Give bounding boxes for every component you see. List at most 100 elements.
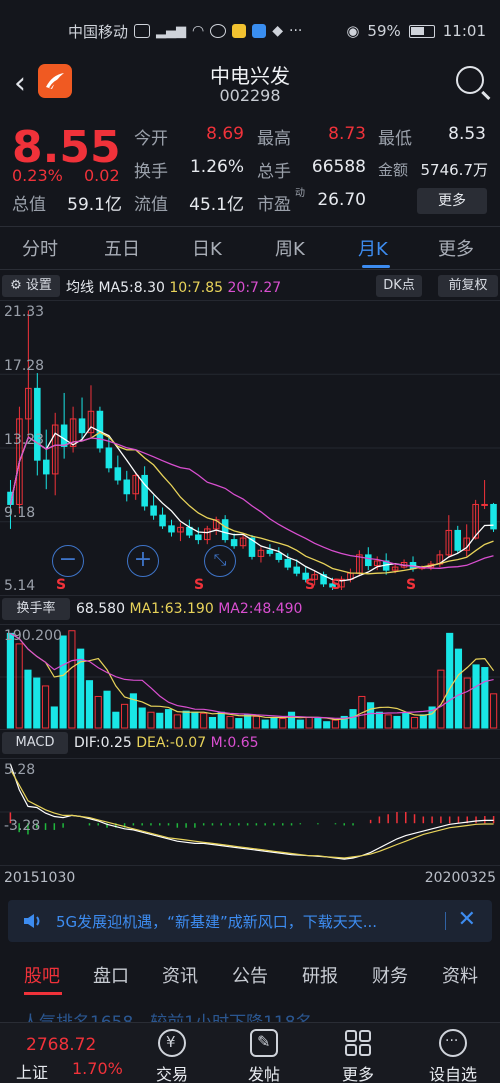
search-icon[interactable] xyxy=(456,66,484,94)
turnover-bar xyxy=(217,711,225,729)
post-button[interactable]: ✎ 发帖 xyxy=(234,1027,294,1083)
turnover-indicator-button[interactable]: 换手率 xyxy=(2,598,70,620)
turnover-bar xyxy=(182,710,190,729)
candle-body xyxy=(105,447,113,469)
eye-icon: ◉ xyxy=(346,22,360,40)
index-percent[interactable]: 1.70% xyxy=(72,1059,123,1078)
wechat-icon xyxy=(210,24,227,38)
index-name[interactable]: 上证 xyxy=(16,1059,48,1083)
title-bar: ‹ 中电兴发 002298 xyxy=(0,58,500,110)
turnover-bar xyxy=(314,718,322,729)
candle-body xyxy=(266,549,274,554)
sell-mark: S xyxy=(56,577,67,593)
speaker-icon xyxy=(24,914,40,928)
index-value[interactable]: 2768.72 xyxy=(26,1035,96,1055)
open-value: 8.69 xyxy=(206,124,244,144)
turnover-bar xyxy=(384,714,392,729)
turnover-bar xyxy=(24,669,32,729)
tab-timeshare[interactable]: 分时 xyxy=(22,235,58,261)
turnover-bar xyxy=(463,677,471,729)
turnover-bar xyxy=(59,635,67,729)
content-tabs: 股吧 盘口 资讯 公告 研报 财务 资料 xyxy=(0,956,500,996)
ma10-value: 10:7.85 xyxy=(169,280,224,296)
macd-chart[interactable] xyxy=(0,758,500,866)
turnover-bar xyxy=(349,709,357,729)
tab-monthly-k[interactable]: 月K xyxy=(358,235,388,261)
turnover-bar xyxy=(279,718,287,729)
candle-body xyxy=(114,467,122,481)
stock-code: 002298 xyxy=(219,86,281,105)
tab-orderbook[interactable]: 盘口 xyxy=(93,962,129,988)
turnover-bar xyxy=(103,690,111,729)
close-icon[interactable]: ✕ xyxy=(458,907,476,932)
amount-label: 金额 xyxy=(378,161,409,179)
tab-weekly-k[interactable]: 周K xyxy=(275,235,305,261)
open-label: 今开 xyxy=(134,129,168,149)
trade-button[interactable]: ¥ 交易 xyxy=(142,1027,202,1083)
turnover-indicator-bar: 换手率 68.580 MA1:63.190 MA2:48.490 xyxy=(0,597,500,623)
tab-profile[interactable]: 资料 xyxy=(442,962,478,988)
candle-body xyxy=(168,525,175,533)
fullscreen-button[interactable]: ⤡ xyxy=(204,545,236,577)
message-notify-icon xyxy=(252,24,267,38)
ma-label: 均线 xyxy=(66,280,94,296)
active-tab-indicator xyxy=(362,265,390,268)
candle-body xyxy=(123,479,131,495)
turnover-bar xyxy=(164,709,173,729)
turnover-bar xyxy=(41,685,50,729)
turnover-bar xyxy=(85,680,94,729)
add-watchlist-button[interactable]: ··· 设自选 xyxy=(418,1027,488,1083)
battery-icon xyxy=(408,24,435,38)
settings-button[interactable]: ⚙ 设置 xyxy=(2,275,60,297)
turnover-bar xyxy=(323,721,331,729)
tab-more[interactable]: 更多 xyxy=(438,235,474,261)
candle-body xyxy=(42,459,50,475)
turnover-bar xyxy=(147,711,155,729)
macd-dea: DEA:-0.07 xyxy=(136,735,207,751)
high-label: 最高 xyxy=(257,129,291,149)
tab-financials[interactable]: 财务 xyxy=(372,962,408,988)
dk-point-button[interactable]: DK点 xyxy=(376,275,422,297)
volume-label: 总手 xyxy=(257,162,291,182)
tab-daily-k[interactable]: 日K xyxy=(192,235,222,261)
dea-line xyxy=(9,769,494,859)
candle-body xyxy=(275,552,283,560)
sell-mark: S xyxy=(194,577,205,593)
turnover-chart[interactable] xyxy=(0,624,500,730)
tab-news[interactable]: 资讯 xyxy=(162,962,198,988)
yen-icon: ¥ xyxy=(158,1029,186,1057)
candle-body xyxy=(34,387,41,461)
turnover-bar xyxy=(331,719,340,729)
candle-body xyxy=(195,534,202,541)
turnover-bar xyxy=(33,677,41,729)
candle-body xyxy=(159,514,166,527)
turnover-bar xyxy=(6,632,14,729)
sell-mark: S xyxy=(331,577,342,593)
promo-banner[interactable]: 5G发展迎机遇，“新基建”成新风口，下载天天... ✕ xyxy=(8,900,492,942)
tab-research[interactable]: 研报 xyxy=(302,962,338,988)
turnover-bar xyxy=(419,714,427,729)
y-label-5: 5.14 xyxy=(4,578,36,594)
more-label: 更多 xyxy=(341,1065,374,1083)
banner-text: 5G发展迎机遇，“新基建”成新风口，下载天天... xyxy=(56,913,378,931)
turnover-bar xyxy=(261,719,269,729)
more-button[interactable]: 更多 xyxy=(328,1027,388,1083)
start-date: 20151030 xyxy=(4,870,76,886)
banner-divider xyxy=(445,912,446,930)
turnover-indicator-value: 68.580 xyxy=(76,601,125,617)
zoom-out-button[interactable]: − xyxy=(52,545,84,577)
macd-indicator-button[interactable]: MACD xyxy=(2,732,68,754)
float-value: 45.1亿 xyxy=(189,195,244,215)
pe-value: 26.70 xyxy=(317,190,366,210)
more-quote-button[interactable]: 更多 xyxy=(417,188,487,214)
turnover-bar xyxy=(454,648,463,729)
adjust-button[interactable]: 前复权 xyxy=(438,275,498,297)
zoom-in-button[interactable]: + xyxy=(127,545,159,577)
ma5-value: MA5:8.30 xyxy=(98,280,165,296)
tab-forum[interactable]: 股吧 xyxy=(24,962,60,988)
candle-body xyxy=(454,529,462,551)
candle-body xyxy=(78,418,86,434)
tab-announcements[interactable]: 公告 xyxy=(232,962,268,988)
tab-five-day[interactable]: 五日 xyxy=(104,235,140,261)
turnover-ma1: MA1:63.190 xyxy=(129,601,214,617)
